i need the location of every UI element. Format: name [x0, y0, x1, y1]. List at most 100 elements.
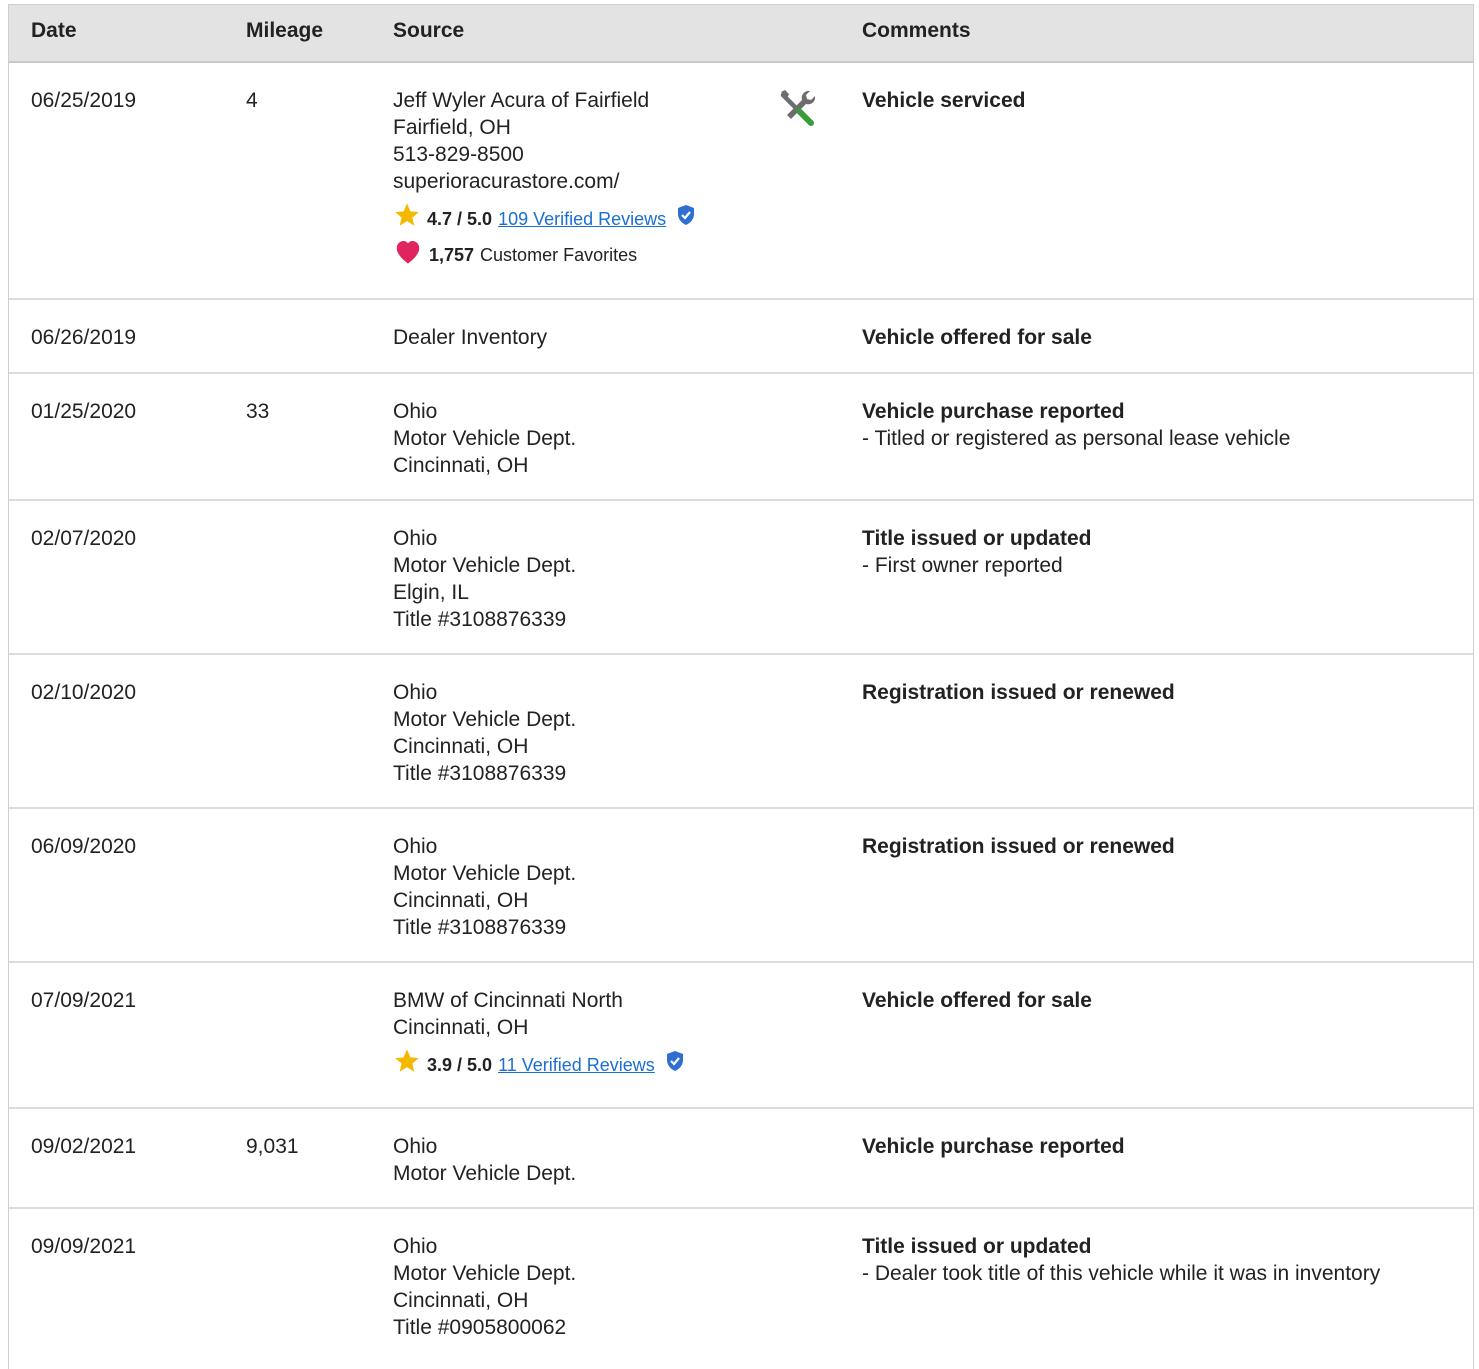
vehicle-history-table: Date Mileage Source Comments 06/25/2019 … — [8, 4, 1474, 1369]
dealer-rating: 4.7 / 5.0 109 Verified Reviews — [393, 203, 833, 234]
source-title-number: Title #3108876339 — [393, 608, 567, 631]
comment-detail: - Titled or registered as personal lease… — [862, 427, 1291, 450]
source-title-number: Title #3108876339 — [393, 916, 567, 939]
header-date: Date — [31, 19, 77, 42]
table-row: 02/07/2020 Ohio Motor Vehicle Dept. Elgi… — [9, 501, 1473, 655]
comment-title: Vehicle serviced — [862, 89, 1026, 112]
comment-title: Vehicle offered for sale — [862, 326, 1092, 349]
table-row: 07/09/2021 BMW of Cincinnati North Cinci… — [9, 963, 1473, 1109]
source-cell: Jeff Wyler Acura of Fairfield Fairfield,… — [393, 87, 833, 269]
mileage-cell: 33 — [246, 400, 270, 423]
source-cell: Ohio Motor Vehicle Dept. Cincinnati, OH — [393, 398, 833, 479]
comment-cell: Title issued or updated - First owner re… — [862, 525, 1462, 579]
favorites-label: Customer Favorites — [480, 244, 638, 265]
comment-cell: Vehicle purchase reported — [862, 1133, 1462, 1160]
source-state: Ohio — [393, 400, 438, 423]
header-mileage: Mileage — [246, 19, 324, 42]
customer-favorites: 1,757 Customer Favorites — [393, 241, 833, 269]
source-location: Cincinnati, OH — [393, 735, 529, 758]
source-name: BMW of Cincinnati North — [393, 989, 623, 1012]
verified-shield-icon — [665, 1050, 685, 1080]
verified-reviews-link[interactable]: 109 Verified Reviews — [498, 206, 666, 233]
comment-cell: Registration issued or renewed — [862, 679, 1462, 706]
date-cell: 06/26/2019 — [31, 326, 137, 349]
source-phone: 513-829-8500 — [393, 143, 524, 166]
date-cell: 09/02/2021 — [31, 1135, 137, 1158]
table-row: 06/09/2020 Ohio Motor Vehicle Dept. Cinc… — [9, 809, 1473, 963]
source-cell: Ohio Motor Vehicle Dept. Cincinnati, OH … — [393, 833, 833, 941]
source-state: Ohio — [393, 681, 438, 704]
source-website: superioracurastore.com/ — [393, 170, 620, 193]
header-comments: Comments — [862, 19, 971, 42]
header-source: Source — [393, 19, 465, 42]
comment-title: Registration issued or renewed — [862, 835, 1175, 858]
mileage-cell: 9,031 — [246, 1135, 299, 1158]
dealer-rating: 3.9 / 5.0 11 Verified Reviews — [393, 1049, 833, 1080]
source-cell: Dealer Inventory — [393, 324, 833, 351]
date-cell: 06/25/2019 — [31, 89, 137, 112]
date-cell: 07/09/2021 — [31, 989, 137, 1012]
comment-title: Title issued or updated — [862, 527, 1092, 550]
comment-cell: Vehicle purchase reported - Titled or re… — [862, 398, 1462, 452]
comment-title: Vehicle purchase reported — [862, 1135, 1125, 1158]
source-cell: Ohio Motor Vehicle Dept. — [393, 1133, 833, 1187]
comment-title: Vehicle offered for sale — [862, 989, 1092, 1012]
verified-reviews-link[interactable]: 11 Verified Reviews — [498, 1052, 655, 1079]
date-cell: 02/07/2020 — [31, 527, 137, 550]
mileage-cell: 4 — [246, 89, 258, 112]
comment-title: Registration issued or renewed — [862, 681, 1175, 704]
rating-score: 3.9 / 5.0 — [427, 1054, 493, 1075]
comment-cell: Vehicle offered for sale — [862, 324, 1462, 351]
source-name: Jeff Wyler Acura of Fairfield — [393, 89, 650, 112]
source-agency: Motor Vehicle Dept. — [393, 1262, 577, 1285]
wrench-screwdriver-icon — [777, 87, 819, 135]
source-location: Fairfield, OH — [393, 116, 511, 139]
source-agency: Motor Vehicle Dept. — [393, 554, 577, 577]
source-location: Cincinnati, OH — [393, 454, 529, 477]
rating-score: 4.7 / 5.0 — [427, 208, 493, 229]
source-location: Elgin, IL — [393, 581, 469, 604]
verified-shield-icon — [676, 204, 696, 234]
comment-cell: Registration issued or renewed — [862, 833, 1462, 860]
source-state: Ohio — [393, 527, 438, 550]
comment-cell: Vehicle offered for sale — [862, 987, 1462, 1014]
source-cell: BMW of Cincinnati North Cincinnati, OH 3… — [393, 987, 833, 1079]
comment-title: Title issued or updated — [862, 1235, 1092, 1258]
source-agency: Motor Vehicle Dept. — [393, 1162, 577, 1185]
source-agency: Motor Vehicle Dept. — [393, 862, 577, 885]
source-location: Cincinnati, OH — [393, 1016, 529, 1039]
source-cell: Ohio Motor Vehicle Dept. Cincinnati, OH … — [393, 1233, 833, 1341]
table-row: 02/10/2020 Ohio Motor Vehicle Dept. Cinc… — [9, 655, 1473, 809]
comment-cell: Vehicle serviced — [862, 87, 1462, 114]
source-agency: Motor Vehicle Dept. — [393, 708, 577, 731]
source-name: Dealer Inventory — [393, 326, 548, 349]
date-cell: 01/25/2020 — [31, 400, 137, 423]
source-state: Ohio — [393, 835, 438, 858]
star-icon — [393, 1047, 421, 1083]
source-location: Cincinnati, OH — [393, 889, 529, 912]
star-icon — [393, 201, 421, 237]
source-state: Ohio — [393, 1135, 438, 1158]
source-cell: Ohio Motor Vehicle Dept. Cincinnati, OH … — [393, 679, 833, 787]
table-row: 09/02/2021 9,031 Ohio Motor Vehicle Dept… — [9, 1109, 1473, 1209]
table-row: 09/09/2021 Ohio Motor Vehicle Dept. Cinc… — [9, 1209, 1473, 1369]
comment-detail: - First owner reported — [862, 554, 1063, 577]
date-cell: 02/10/2020 — [31, 681, 137, 704]
comment-title: Vehicle purchase reported — [862, 400, 1125, 423]
date-cell: 09/09/2021 — [31, 1235, 137, 1258]
table-row: 06/26/2019 Dealer Inventory Vehicle offe… — [9, 300, 1473, 374]
source-state: Ohio — [393, 1235, 438, 1258]
source-title-number: Title #3108876339 — [393, 762, 567, 785]
comment-detail: - Dealer took title of this vehicle whil… — [862, 1262, 1381, 1285]
table-header: Date Mileage Source Comments — [9, 4, 1473, 63]
favorites-count: 1,757 — [429, 244, 475, 265]
source-location: Cincinnati, OH — [393, 1289, 529, 1312]
heart-icon — [393, 237, 423, 273]
date-cell: 06/09/2020 — [31, 835, 137, 858]
source-title-number: Title #0905800062 — [393, 1316, 567, 1339]
table-row: 06/25/2019 4 Jeff Wyler Acura of Fairfie… — [9, 63, 1473, 300]
comment-cell: Title issued or updated - Dealer took ti… — [862, 1233, 1462, 1287]
table-row: 01/25/2020 33 Ohio Motor Vehicle Dept. C… — [9, 374, 1473, 501]
source-cell: Ohio Motor Vehicle Dept. Elgin, IL Title… — [393, 525, 833, 633]
source-agency: Motor Vehicle Dept. — [393, 427, 577, 450]
